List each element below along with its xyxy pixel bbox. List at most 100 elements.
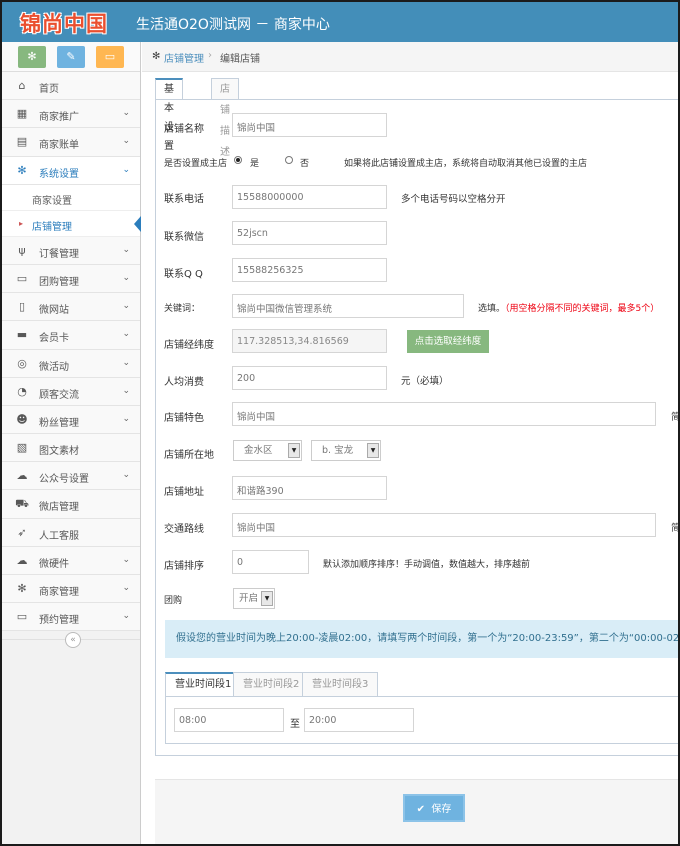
sidebar-collapse-button[interactable]: « (65, 632, 81, 648)
sidebar-item-label: 微硬件 (39, 558, 69, 570)
cloud-icon: ☁ (16, 553, 28, 567)
sidebar-item[interactable]: ▦ 商家推广 ⌄ (2, 100, 140, 129)
sidebar-subitem[interactable]: 商家设置 (2, 184, 140, 211)
tab-hours-1[interactable]: 营业时间段1 (165, 672, 242, 697)
tablet-icon: ▯ (18, 300, 26, 314)
sidebar-item[interactable]: ▭ 预约管理 ⌄ (2, 603, 140, 632)
sidebar-item[interactable]: ☁ 微硬件 ⌄ (2, 546, 140, 575)
sidebar-item[interactable]: ▬ 会员卡 ⌄ (2, 321, 140, 350)
chevron-down-icon: ⌄ (122, 329, 130, 340)
active-indicator (134, 215, 141, 232)
sidebar-item[interactable]: ▧ 图文素材 (2, 434, 140, 463)
wechat-icon: ☁ (16, 469, 28, 483)
pick-coords-button[interactable]: 点击选取经纬度 (407, 330, 489, 353)
chevron-down-icon: ⌄ (122, 470, 130, 481)
file-icon: ▤ (16, 135, 28, 149)
chevron-down-icon: ⌄ (122, 164, 130, 175)
tab-hours-2[interactable]: 营业时间段2 (233, 672, 310, 697)
users-icon: ☻ (16, 412, 28, 426)
location-label: 店铺所在地 (164, 450, 214, 461)
sidebar-item[interactable]: ◎ 微活动 ⌄ (2, 349, 140, 378)
phone-input[interactable]: 15588000000 (232, 185, 387, 209)
chevron-down-icon: ⌄ (122, 413, 130, 424)
keywords-hint: 选填。（用空格分隔不同的关键词，最多5个） (478, 301, 659, 314)
hours-start-input[interactable]: 08:00 (174, 708, 284, 732)
groupbuy-select[interactable]: 开启 ▼ (233, 588, 275, 609)
hours-end-input[interactable]: 20:00 (304, 708, 414, 732)
gear-icon: ✻ (17, 163, 27, 177)
store-name-input[interactable]: 锦尚中国 (232, 113, 387, 137)
sidebar-item[interactable]: ◔ 顾客交流 ⌄ (2, 377, 140, 406)
sidebar-item[interactable]: ▭ 团购管理 ⌄ (2, 264, 140, 294)
store-name-label: 店铺名称 (164, 124, 204, 135)
sidebar-item[interactable]: ☻ 粉丝管理 ⌄ (2, 405, 140, 435)
sidebar-subitem[interactable]: ▸ 店铺管理 (2, 210, 141, 237)
cart-icon: ⛟ (15, 497, 29, 511)
coords-input[interactable]: 117.328513,34.816569 (232, 329, 387, 353)
feature-input[interactable]: 锦尚中国 (232, 402, 656, 426)
sidebar-nav: ⌂ 首页 ▦ 商家推广 ⌄ ▤ 商家账单 ⌄ ✻ 系统设置 ⌄ 商家设置 ▸ 店铺管理 ψ 订餐管理 ⌄ ▭ 团购管… (2, 72, 141, 632)
sidebar-item-label: 商家推广 (39, 112, 79, 124)
traffic-input[interactable]: 锦尚中国 (232, 513, 656, 537)
main-store-yes-radio[interactable] (234, 156, 242, 164)
gear-icon: ✻ (152, 51, 161, 62)
sidebar-item-label: 微店管理 (39, 502, 79, 514)
sort-input[interactable]: 0 (232, 550, 309, 574)
feature-hint: 简 (671, 412, 680, 423)
sidebar-item[interactable]: ⌂ 首页 (2, 72, 140, 101)
sidebar-item-label: 预约管理 (39, 615, 79, 627)
chevron-down-icon: ⌄ (122, 357, 130, 368)
keywords-input[interactable]: 锦尚中国微信管理系统 (232, 294, 464, 318)
avg-spend-input[interactable]: 200 (232, 366, 387, 390)
signal-icon[interactable]: ✻ (18, 46, 46, 68)
sidebar-item[interactable]: ☁ 公众号设置 ⌄ (2, 462, 140, 491)
sidebar-item[interactable]: ψ 订餐管理 ⌄ (2, 236, 140, 265)
chevron-down-icon: ▼ (288, 443, 300, 458)
address-input[interactable]: 和谐路390 (232, 476, 387, 500)
excel-file-icon: ▧ (16, 441, 28, 455)
breadcrumb-parent-link[interactable]: 店铺管理 (164, 50, 204, 65)
brand-logo[interactable]: 锦尚中国 (20, 8, 108, 38)
chevron-down-icon: ⌄ (122, 272, 130, 283)
sidebar-item-label: 公众号设置 (39, 474, 89, 486)
pencil-icon[interactable]: ✎ (57, 46, 85, 68)
coords-label: 店铺经纬度 (164, 340, 214, 351)
wechat-input[interactable]: 52jscn (232, 221, 387, 245)
top-navbar: 锦尚中国 生活通O2O测试网 － 商家中心 (2, 2, 678, 42)
chevron-down-icon: ⌄ (122, 385, 130, 396)
breadcrumb: ✻ 店铺管理 › 编辑店铺 (142, 42, 678, 72)
chevron-down-icon: ⌄ (122, 108, 130, 119)
sidebar-subitem-label: 商家设置 (32, 195, 72, 207)
chevron-down-icon: ⌄ (122, 611, 130, 622)
sidebar-item[interactable]: ✻ 系统设置 ⌄ (2, 156, 140, 185)
main-store-yes-label: 是 (250, 159, 260, 169)
caret-right-icon: ▸ (19, 218, 24, 228)
district-select[interactable]: 金水区 ▼ (233, 440, 302, 461)
sidebar: ✻ ✎ ▭ ⌂ 首页 ▦ 商家推广 ⌄ ▤ 商家账单 ⌄ ✻ 系统设置 ⌄ 商家设置 ▸ 店铺管理 ψ 订餐管… (2, 42, 141, 844)
tab-store-description[interactable]: 店铺描述 (211, 78, 239, 158)
qq-input[interactable]: 15588256325 (232, 258, 387, 282)
save-button[interactable]: ✔ 保存 (403, 794, 465, 822)
sidebar-item[interactable]: ✻ 商家管理 ⌄ (2, 575, 140, 604)
hours-to-label: 至 (290, 719, 300, 730)
area-select[interactable]: b. 宝龙 ▼ (311, 440, 381, 461)
sidebar-item[interactable]: ➶ 人工客服 (2, 518, 140, 547)
tab-hours-3[interactable]: 营业时间段3 (302, 672, 379, 697)
sidebar-subitem-label: 店铺管理 (32, 221, 72, 233)
sidebar-item[interactable]: ▯ 微网站 ⌄ (2, 293, 140, 322)
monitor-icon[interactable]: ▭ (96, 46, 124, 68)
sidebar-item[interactable]: ▤ 商家账单 ⌄ (2, 128, 140, 157)
tab-basic-settings[interactable]: 基本设置 (155, 78, 183, 152)
laptop-icon: ▭ (16, 610, 28, 624)
check-icon: ✔ (416, 804, 426, 815)
chevron-down-icon: ▼ (261, 591, 273, 606)
chevron-down-icon: ⌄ (122, 136, 130, 147)
address-label: 店铺地址 (164, 487, 204, 498)
main-store-no-radio[interactable] (285, 156, 293, 164)
sidebar-item[interactable]: ⛟ 微店管理 (2, 490, 140, 519)
shortcut-bar: ✻ ✎ ▭ (2, 42, 140, 72)
sort-label: 店铺排序 (164, 561, 204, 572)
sidebar-item-label: 商家管理 (39, 587, 79, 598)
area-select-value: b. 宝龙 (322, 445, 354, 456)
groupbuy-select-value: 开启 (239, 593, 259, 604)
